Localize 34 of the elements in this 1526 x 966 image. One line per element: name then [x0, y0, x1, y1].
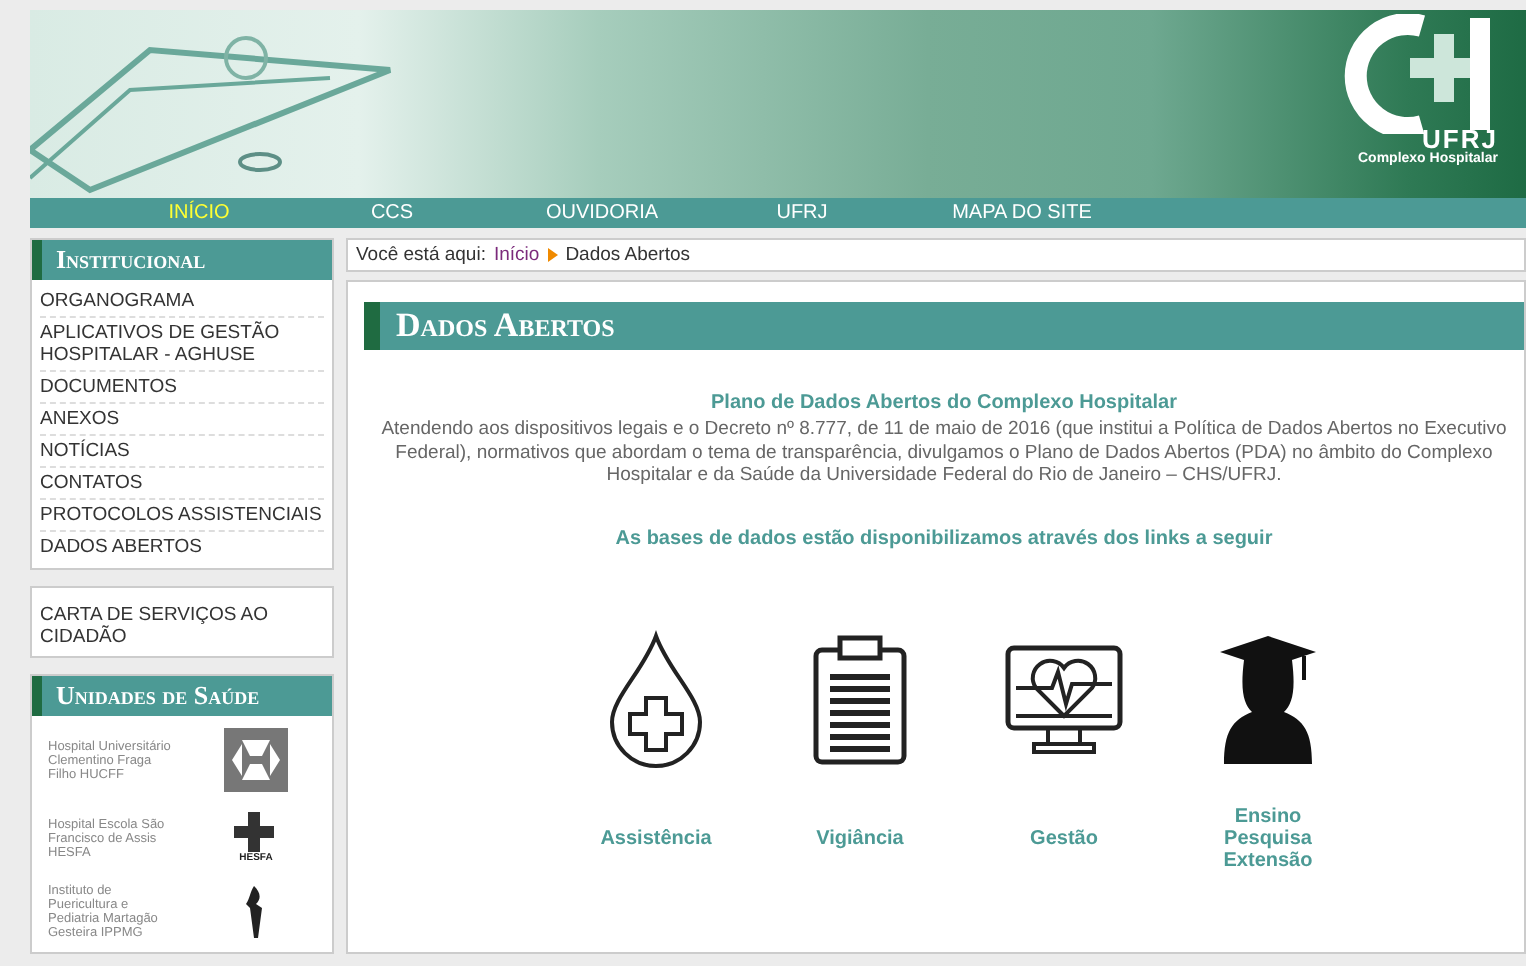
sidebar-link[interactable]: ANEXOS — [40, 404, 324, 436]
breadcrumb-label: Você está aqui: — [356, 244, 486, 266]
category-link[interactable]: Assistência — [600, 805, 712, 871]
intro-paragraph: Atendendo aos dispositivos legais e o Decreto nº 8.777, de 11 de maio de 2016 (que institui a Política de Dados Abertos no Executivo Federal), normativos que abordam o tema de transparência, divulgamos o Plano de Dados Abertos (PDA) no âmbito do Complexo Hospitalar e da Saúde da Universidade Federal do Rio de Janeiro – CHS/UFRJ. — [379, 418, 1509, 487]
nav-link[interactable]: INÍCIO — [106, 202, 292, 224]
breadcrumb-link[interactable]: Início — [493, 244, 540, 266]
blood-drop-cross-icon[interactable] — [604, 629, 708, 769]
hexagon-logo-icon — [224, 728, 288, 792]
arrow-icon — [547, 248, 558, 262]
category-link[interactable]: Gestão — [1030, 805, 1098, 871]
panel-heading: Unidades de Saúde — [32, 676, 332, 716]
nav-link[interactable]: MAPA DO SITE — [892, 202, 1152, 224]
sidebar-link[interactable]: CONTATOS — [40, 468, 324, 500]
nav-link[interactable]: OUVIDORIA — [492, 202, 712, 224]
section-subtitle: Plano de Dados Abertos do Complexo Hospitalar — [709, 392, 1179, 414]
nav-link[interactable]: CCS — [292, 202, 492, 224]
sidebar-link[interactable]: ORGANOGRAMA — [40, 286, 324, 318]
links-intro: As bases de dados estão disponibilizamos através dos links a seguir — [613, 527, 1275, 549]
panel-heading: Institucional — [32, 240, 332, 280]
clipboard-icon[interactable] — [810, 633, 910, 765]
sidebar-link[interactable]: DADOS ABERTOS — [40, 532, 324, 562]
sidebar-link[interactable]: DOCUMENTOS — [40, 372, 324, 404]
sidebar-link[interactable]: PROTOCOLOS ASSISTENCIAIS — [40, 500, 324, 532]
nav-link[interactable]: UFRJ — [712, 202, 892, 224]
cross-logo-icon — [234, 812, 278, 852]
logo-text: UFRJ — [1422, 126, 1498, 152]
page-title: Dados Abertos — [364, 302, 1524, 350]
sidebar-link[interactable]: CARTA DE SERVIÇOS AO CIDADÃO — [30, 586, 334, 658]
sidebar-link[interactable]: NOTÍCIAS — [40, 436, 324, 468]
category-link[interactable]: Ensino Pesquisa Extensão — [1223, 805, 1313, 871]
breadcrumb-current: Dados Abertos — [565, 244, 691, 266]
category-link[interactable]: Vigiância — [816, 805, 904, 871]
sidebar-link[interactable]: APLICATIVOS DE GESTÃO HOSPITALAR - AGHUSE — [40, 318, 324, 372]
graduate-silhouette-icon[interactable] — [1216, 631, 1320, 767]
